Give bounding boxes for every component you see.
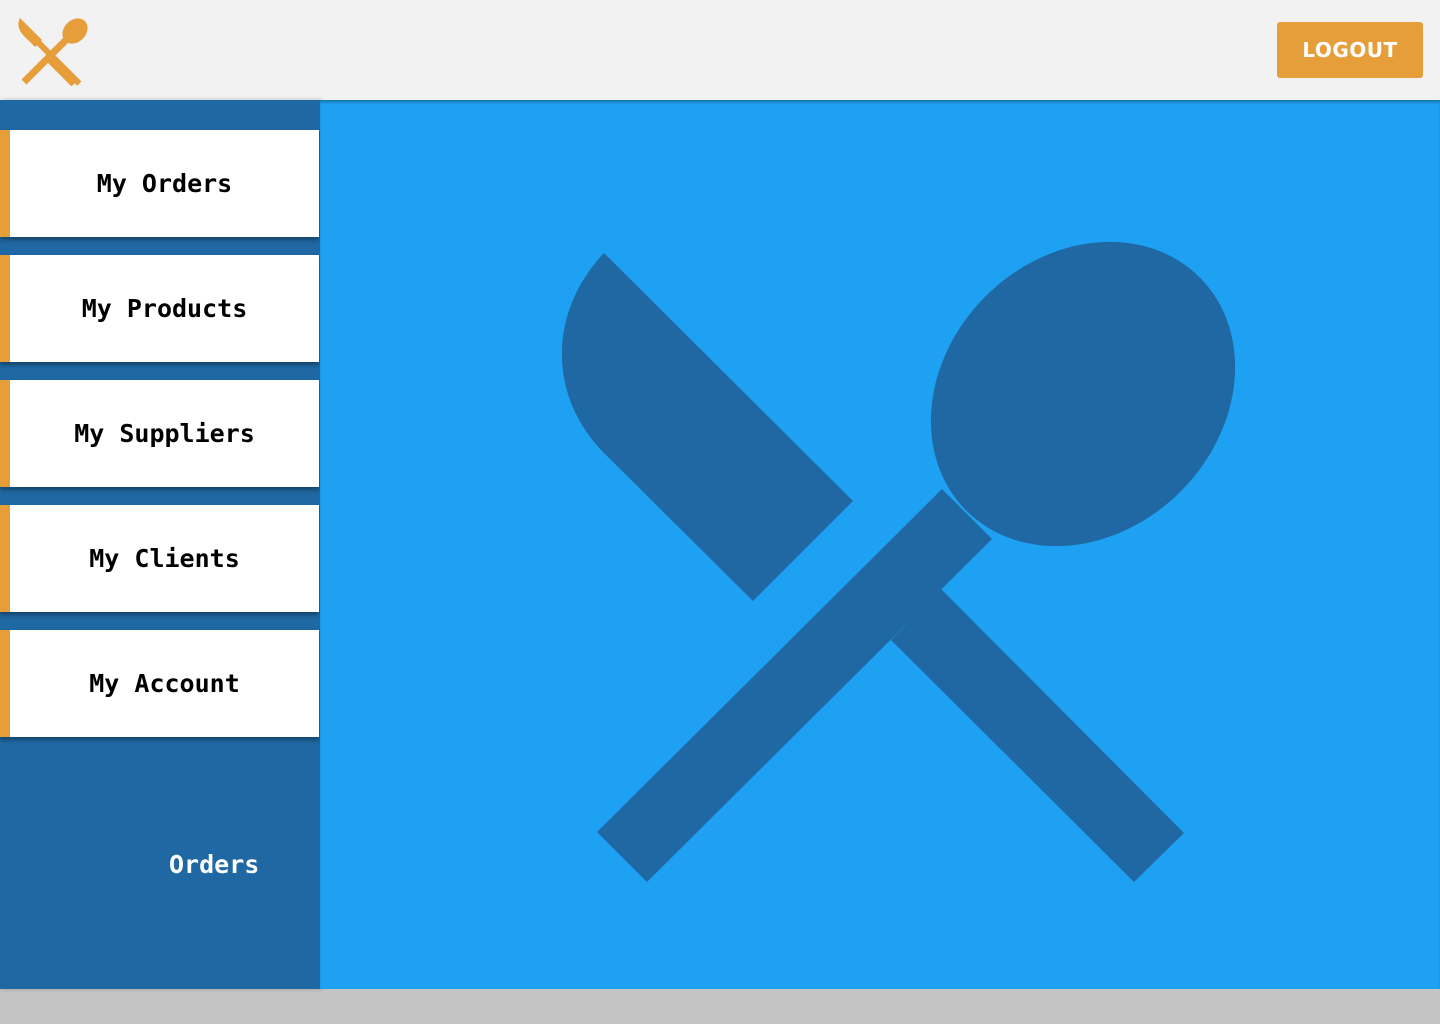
sidebar-item-my-products[interactable]: My Products — [0, 255, 319, 362]
sidebar-item-label: My Products — [81, 294, 248, 323]
sidebar: My Orders My Products My Suppliers My Cl… — [0, 100, 320, 989]
main-content — [320, 100, 1440, 989]
sidebar-item-my-suppliers[interactable]: My Suppliers — [0, 380, 319, 487]
sidebar-item-label: My Orders — [96, 169, 233, 198]
sidebar-item-label: My Clients — [89, 544, 240, 573]
logout-button[interactable]: LOGOUT — [1277, 22, 1423, 78]
sidebar-item-label: My Suppliers — [74, 419, 255, 448]
top-bar: LOGOUT — [0, 0, 1440, 100]
sidebar-item-my-account[interactable]: My Account — [0, 630, 319, 737]
sidebar-item-my-clients[interactable]: My Clients — [0, 505, 319, 612]
knife-spoon-icon — [561, 241, 1236, 882]
current-section-label: Orders — [169, 850, 260, 879]
sidebar-item-my-orders[interactable]: My Orders — [0, 130, 319, 237]
knife-spoon-logo-icon[interactable] — [16, 14, 94, 86]
sidebar-item-label: My Account — [89, 669, 240, 698]
